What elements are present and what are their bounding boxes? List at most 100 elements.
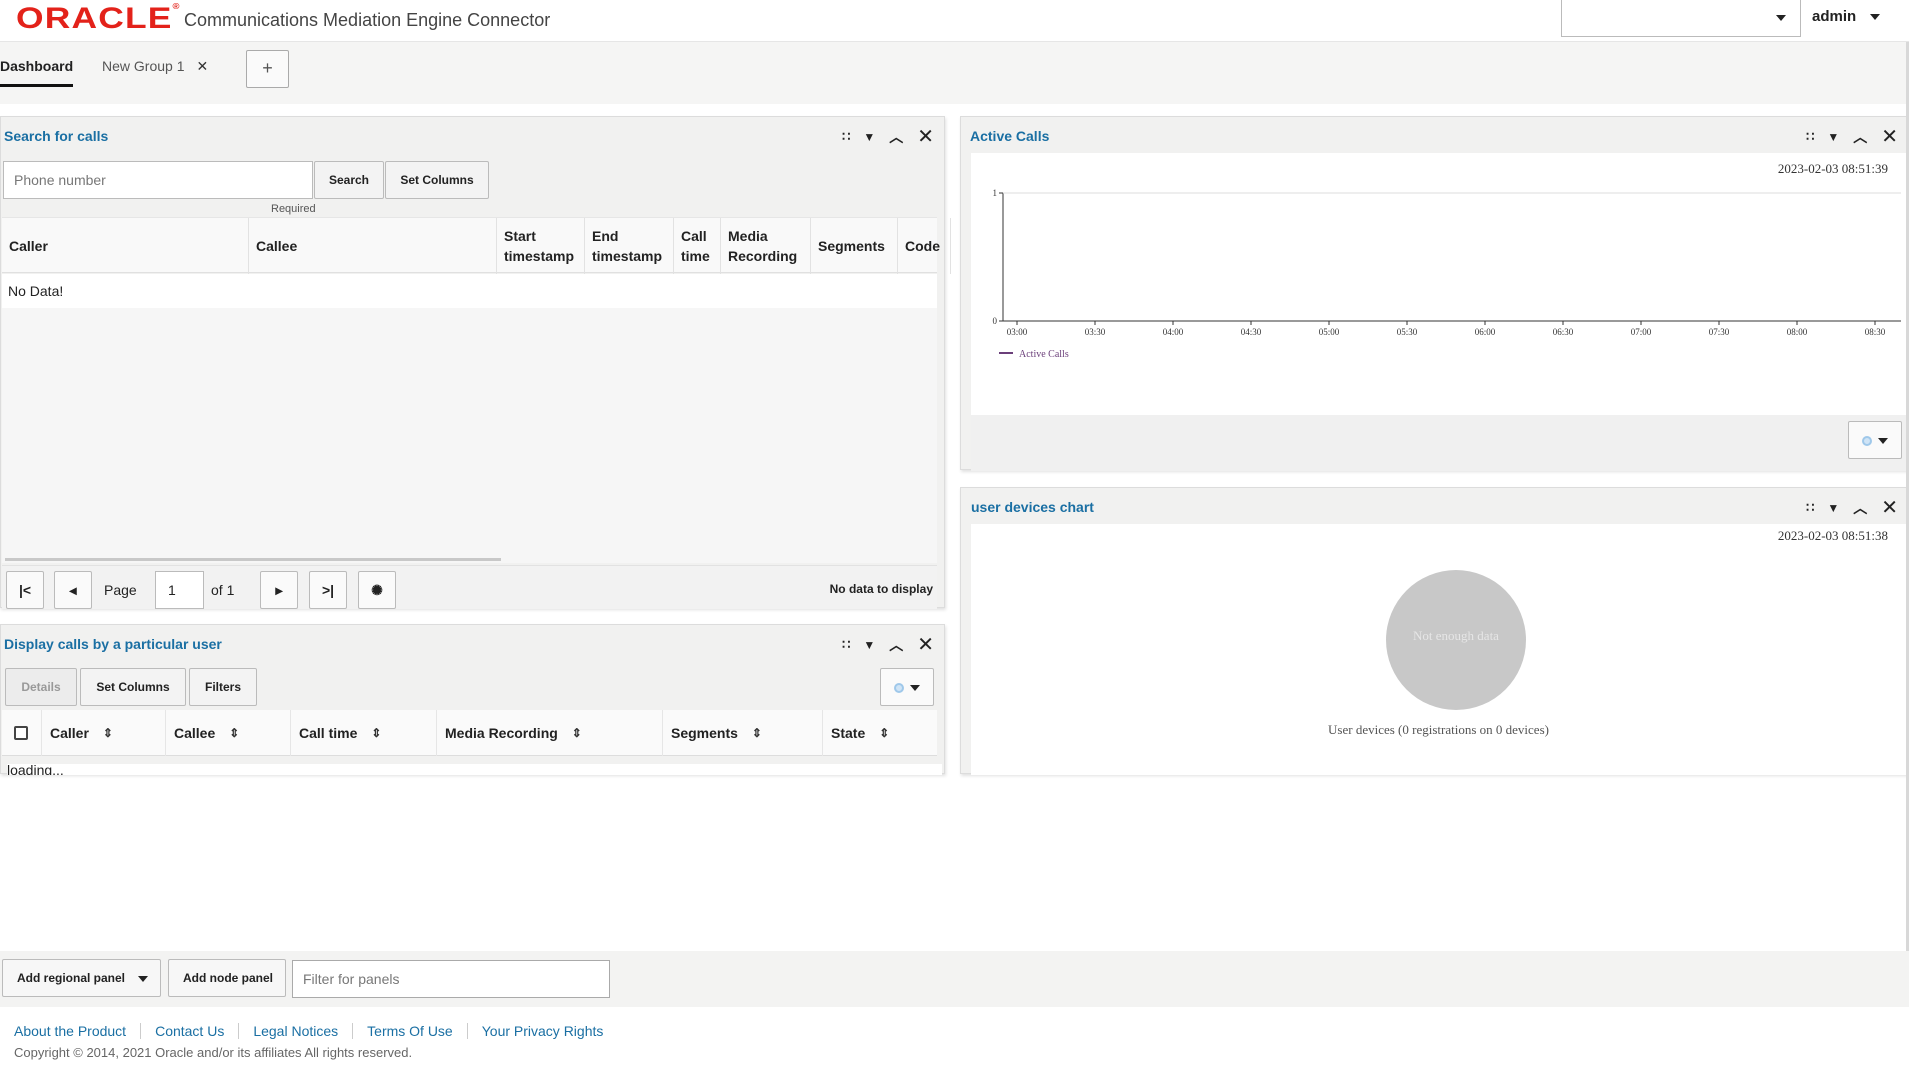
tab-new-group-1[interactable]: New Group 1 ✕: [102, 58, 208, 75]
x-tick-label: 07:30: [1709, 327, 1730, 337]
collapse-icon[interactable]: ︿: [1853, 129, 1867, 145]
column-callee[interactable]: Callee: [249, 218, 497, 274]
drag-handle-icon[interactable]: ∷: [842, 129, 850, 145]
close-icon[interactable]: ✕: [196, 58, 208, 74]
column-media-recording[interactable]: Media Recording: [721, 218, 811, 274]
status-dot-icon: [894, 683, 904, 693]
panel-toolbar: Add regional panel Add node panel Filter…: [0, 951, 1909, 1007]
select-all-cell: [2, 710, 42, 756]
copyright: Copyright © 2014, 2021 Oracle and/or its…: [14, 1045, 413, 1060]
close-icon[interactable]: ✕: [917, 127, 934, 147]
x-tick-label: 03:30: [1085, 327, 1106, 337]
chart-footer: [971, 415, 1906, 471]
pie-placeholder-text: Not enough data: [1413, 628, 1499, 643]
add-tab-button[interactable]: +: [246, 50, 289, 88]
sort-icon[interactable]: ⇕: [572, 726, 582, 740]
panel-tools: ∷ ▼ ︿ ✕: [1792, 127, 1898, 147]
oracle-logo: ORACLE®: [16, 2, 181, 35]
chart-options-button[interactable]: [1848, 421, 1902, 459]
column-start-timestamp[interactable]: Start timestamp: [497, 218, 585, 274]
refresh-icon[interactable]: ✺: [358, 571, 396, 609]
x-tick-label: 08:00: [1787, 327, 1808, 337]
panel-tools: ∷ ▼ ︿ ✕: [828, 635, 934, 655]
footer-link-legal[interactable]: Legal Notices: [253, 1023, 354, 1039]
column-media-recording[interactable]: Media Recording ⇕: [437, 710, 663, 756]
user-menu[interactable]: admin: [1812, 8, 1881, 25]
chevron-down-icon: [138, 976, 148, 982]
column-segments[interactable]: Segments ⇕: [663, 710, 823, 756]
previous-page-button[interactable]: ◂: [54, 571, 92, 609]
x-tick-label: 07:00: [1631, 327, 1652, 337]
add-regional-panel-button[interactable]: Add regional panel: [2, 959, 161, 997]
x-tick-label: 08:30: [1865, 327, 1886, 337]
panel-filter-input[interactable]: Filter for panels: [292, 960, 610, 998]
column-caller[interactable]: Caller ⇕: [42, 710, 166, 756]
set-columns-button[interactable]: Set Columns: [80, 668, 186, 706]
column-state[interactable]: State ⇕: [823, 710, 937, 756]
panel-title: Display calls by a particular user: [4, 636, 222, 652]
drag-handle-icon[interactable]: ∷: [1806, 500, 1814, 516]
footer-link-contact[interactable]: Contact Us: [155, 1023, 240, 1039]
view-options-button[interactable]: [880, 668, 934, 706]
column-callee[interactable]: Callee ⇕: [166, 710, 291, 756]
filters-button[interactable]: Filters: [189, 668, 257, 706]
user-calls-table-header: Caller ⇕ Callee ⇕ Call time ⇕ Media Recordi…: [2, 710, 937, 756]
set-columns-button[interactable]: Set Columns: [385, 161, 489, 199]
column-call-time[interactable]: Call time: [674, 218, 721, 274]
column-segments[interactable]: Segments: [811, 218, 898, 274]
last-page-button[interactable]: >|: [309, 571, 347, 609]
horizontal-scrollbar[interactable]: [5, 558, 501, 561]
drag-handle-icon[interactable]: ∷: [842, 637, 850, 653]
details-button[interactable]: Details: [5, 668, 77, 706]
footer-link-terms[interactable]: Terms Of Use: [367, 1023, 468, 1039]
search-button[interactable]: Search: [314, 161, 384, 199]
empty-message: No Data!: [2, 274, 937, 308]
collapse-icon[interactable]: ︿: [1853, 500, 1867, 516]
close-icon[interactable]: ✕: [1881, 127, 1898, 147]
sort-icon[interactable]: ⇕: [371, 726, 381, 740]
panel-menu-icon[interactable]: ▼: [1827, 129, 1839, 145]
active-calls-chart: 2023-02-03 08:51:39 1 0 03:00 03:30 04:00 04:…: [971, 153, 1906, 415]
tab-dashboard[interactable]: Dashboard: [0, 58, 74, 87]
panel-menu-icon[interactable]: ▼: [863, 637, 875, 653]
panel-title: Active Calls: [970, 128, 1050, 144]
sort-icon[interactable]: ⇕: [229, 726, 239, 740]
column-caller[interactable]: Caller: [2, 218, 249, 274]
column-call-time[interactable]: Call time ⇕: [291, 710, 437, 756]
next-page-button[interactable]: ▸: [260, 571, 298, 609]
drag-handle-icon[interactable]: ∷: [1806, 129, 1814, 145]
chart-timestamp: 2023-02-03 08:51:38: [1777, 528, 1888, 543]
pagination: |< ◂ Page 1 of 1 ▸ >| ✺ No data to displ…: [2, 565, 937, 609]
sort-icon[interactable]: ⇕: [752, 726, 762, 740]
footer-link-about[interactable]: About the Product: [14, 1023, 142, 1039]
x-tick-label: 05:30: [1397, 327, 1418, 337]
collapse-icon[interactable]: ︿: [889, 637, 903, 653]
page-label: Page: [104, 582, 137, 598]
page-number-input[interactable]: 1: [155, 571, 204, 609]
column-code[interactable]: Code: [898, 218, 951, 274]
close-icon[interactable]: ✕: [1881, 498, 1898, 518]
dashboard-tabs: Dashboard New Group 1 ✕ +: [0, 42, 1909, 104]
panel-title: user devices chart: [971, 499, 1094, 515]
sort-icon[interactable]: ⇕: [879, 726, 889, 740]
x-tick-label: 04:00: [1163, 327, 1184, 337]
first-page-button[interactable]: |<: [6, 571, 44, 609]
active-calls-line-chart: 1 0 03:00 03:30 04:00 04:30 05:00 05:30 06:00 06:…: [993, 188, 1901, 360]
collapse-icon[interactable]: ︿: [889, 129, 903, 145]
status-dot-icon: [1862, 436, 1872, 446]
close-icon[interactable]: ✕: [917, 635, 934, 655]
y-tick-label: 0: [993, 316, 998, 326]
x-tick-label: 05:00: [1319, 327, 1340, 337]
required-hint: Required: [271, 203, 316, 215]
phone-number-input[interactable]: Phone number: [3, 161, 313, 199]
column-end-timestamp[interactable]: End timestamp: [585, 218, 674, 274]
panel-menu-icon[interactable]: ▼: [1827, 500, 1839, 516]
page-footer: About the Product Contact Us Legal Notices…: [0, 1007, 1909, 1079]
panel-menu-icon[interactable]: ▼: [863, 129, 875, 145]
select-all-checkbox[interactable]: [14, 726, 28, 740]
sort-icon[interactable]: ⇕: [103, 726, 113, 740]
context-selector[interactable]: [1561, 0, 1801, 37]
add-node-panel-button[interactable]: Add node panel: [168, 959, 286, 997]
footer-link-privacy[interactable]: Your Privacy Rights: [482, 1023, 618, 1039]
loading-indicator: loading...: [7, 764, 942, 775]
